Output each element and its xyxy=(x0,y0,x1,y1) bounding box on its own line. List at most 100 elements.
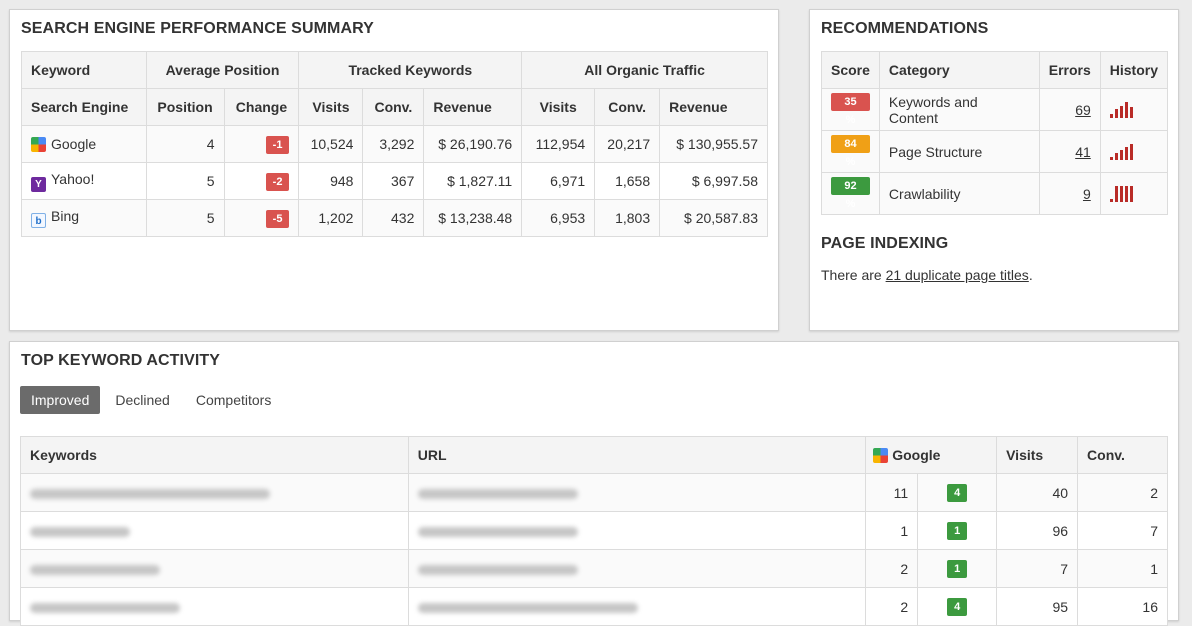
history-bar xyxy=(1129,107,1133,119)
all-conv-cell: 1,658 xyxy=(594,162,661,200)
engine-name: Bing xyxy=(51,208,80,224)
change-badge: 1 xyxy=(947,522,968,540)
change-badge: 1 xyxy=(947,560,968,578)
score-badge: 84 % xyxy=(831,135,870,168)
conv-cell: 432 xyxy=(362,199,425,237)
all-conv-cell: 1,803 xyxy=(594,199,661,237)
history-sparkline xyxy=(1109,144,1133,161)
history-bar xyxy=(1109,114,1113,119)
performance-summary-title: SEARCH ENGINE PERFORMANCE SUMMARY xyxy=(21,20,374,37)
history-sparkline xyxy=(1109,102,1133,119)
recommendations-panel: RECOMMENDATIONS Score Category Errors Hi… xyxy=(809,9,1179,331)
category-cell: Keywords and Content xyxy=(878,88,1040,131)
all-revenue-cell: $ 130,955.57 xyxy=(659,125,768,163)
keyword-cell xyxy=(20,549,409,588)
history-bar xyxy=(1119,106,1123,119)
recommendation-row: 92 % Crawlability 9 xyxy=(821,172,1169,215)
keyword-cell xyxy=(20,511,409,550)
url-cell xyxy=(407,549,867,588)
errors-link[interactable]: 9 xyxy=(1083,186,1091,202)
tab-improved[interactable]: Improved xyxy=(20,386,101,414)
history-bar xyxy=(1119,150,1123,161)
group-header-tracked-keywords: Tracked Keywords xyxy=(298,51,523,89)
activity-tabs: Improved Declined Competitors xyxy=(20,386,286,414)
history-bar xyxy=(1124,186,1128,203)
score-cell: 92 % xyxy=(821,172,880,215)
visits-cell: 1,202 xyxy=(298,199,364,237)
google-header-label: Google xyxy=(892,447,941,463)
conv-cell: 3,292 xyxy=(362,125,425,163)
revenue-cell: $ 26,190.76 xyxy=(423,125,523,163)
history-bar xyxy=(1119,186,1123,203)
history-bar xyxy=(1109,199,1113,203)
url-cell xyxy=(407,511,867,550)
col-header-category: Category xyxy=(878,51,1040,89)
table-row: Google 4 -1 10,524 3,292 $ 26,190.76 112… xyxy=(21,125,768,163)
change-badge: 4 xyxy=(947,598,968,616)
all-visits-cell: 112,954 xyxy=(521,125,596,163)
google-icon xyxy=(873,448,889,463)
category-cell: Crawlability xyxy=(878,172,1040,215)
history-cell xyxy=(1099,130,1169,173)
change-cell: 1 xyxy=(917,549,998,588)
all-visits-cell: 6,971 xyxy=(521,162,596,200)
redacted-keyword xyxy=(30,488,270,499)
keyword-row: 1 1 96 7 xyxy=(20,511,1168,550)
duplicate-titles-link[interactable]: 21 duplicate page titles xyxy=(886,267,1029,283)
visits-cell: 10,524 xyxy=(298,125,364,163)
history-bar xyxy=(1109,157,1113,161)
engine-cell: Google xyxy=(21,125,147,163)
change-cell: -5 xyxy=(223,199,300,237)
col-header-change: Change xyxy=(223,88,300,126)
score-badge: 92 % xyxy=(831,177,870,210)
position-cell: 2 xyxy=(865,587,919,626)
col-header-conv: Conv. xyxy=(362,88,425,126)
col-header-all-conv: Conv. xyxy=(594,88,661,126)
page-indexing-text: There are 21 duplicate page titles. xyxy=(821,267,1033,283)
yahoo-icon: Y xyxy=(31,176,46,192)
change-cell: 4 xyxy=(917,473,998,512)
history-bar xyxy=(1129,144,1133,161)
history-sparkline xyxy=(1109,186,1133,203)
history-bar xyxy=(1124,147,1128,161)
visits-cell: 96 xyxy=(996,511,1079,550)
keyword-cell xyxy=(20,587,409,626)
history-bar xyxy=(1114,186,1118,203)
visits-cell: 40 xyxy=(996,473,1079,512)
keyword-activity-table: Keywords URL Google Visits Conv. 11 4 40… xyxy=(20,436,1168,626)
group-header-keyword: Keyword xyxy=(21,51,147,89)
performance-summary-panel: SEARCH ENGINE PERFORMANCE SUMMARY Keywor… xyxy=(9,9,779,331)
history-bar xyxy=(1124,102,1128,119)
table-row: b Bing 5 -5 1,202 432 $ 13,238.48 6,953 1… xyxy=(21,199,768,237)
indexing-text-after: . xyxy=(1028,267,1033,283)
indexing-text-before: There are xyxy=(821,267,886,283)
errors-cell: 69 xyxy=(1038,88,1101,131)
col-header-google: Google xyxy=(865,436,998,474)
col-header-search-engine: Search Engine xyxy=(21,88,147,126)
col-header-revenue: Revenue xyxy=(423,88,523,126)
bing-icon: b xyxy=(31,213,46,228)
keyword-row: 2 1 7 1 xyxy=(20,549,1168,588)
table-row: Y Yahoo! 5 -2 948 367 $ 1,827.11 6,971 1,… xyxy=(21,162,768,200)
position-cell: 11 xyxy=(865,473,919,512)
tab-competitors[interactable]: Competitors xyxy=(185,386,282,414)
tab-declined[interactable]: Declined xyxy=(104,386,180,414)
redacted-url xyxy=(417,602,638,613)
google-icon xyxy=(31,137,46,152)
group-header-average-position: Average Position xyxy=(145,51,300,89)
errors-link[interactable]: 41 xyxy=(1075,144,1091,160)
category-cell: Page Structure xyxy=(878,130,1040,173)
visits-cell: 95 xyxy=(996,587,1079,626)
col-header-all-visits: Visits xyxy=(521,88,596,126)
errors-link[interactable]: 69 xyxy=(1075,102,1091,118)
url-cell xyxy=(407,587,867,626)
errors-cell: 41 xyxy=(1038,130,1101,173)
engine-cell: b Bing xyxy=(21,199,147,237)
history-bar xyxy=(1114,153,1118,161)
all-visits-cell: 6,953 xyxy=(521,199,596,237)
redacted-keyword xyxy=(30,526,130,537)
position-cell: 2 xyxy=(865,549,919,588)
col-header-conv: Conv. xyxy=(1077,436,1168,474)
all-conv-cell: 20,217 xyxy=(594,125,661,163)
conv-cell: 7 xyxy=(1077,511,1168,550)
